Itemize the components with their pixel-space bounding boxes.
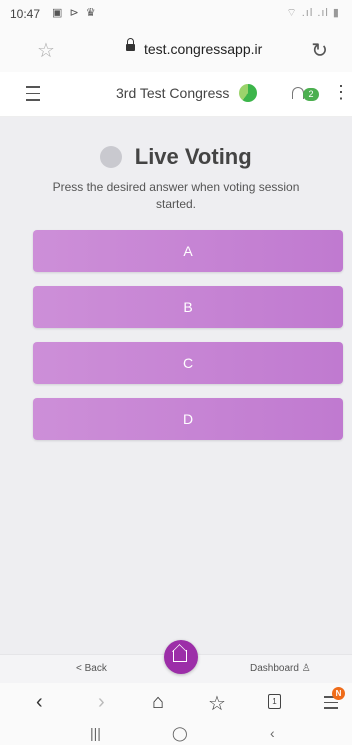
app-header: 3rd Test Congress 2 ⋮ <box>0 72 352 117</box>
reload-icon[interactable]: ↻ <box>311 38 328 63</box>
page-title: Live Voting <box>134 144 252 169</box>
system-nav-bar: ||| ◯ ‹ <box>0 723 352 745</box>
browser-home-icon[interactable]: ⌂ <box>152 691 164 714</box>
url-text[interactable]: test.congressapp.ir <box>144 41 262 57</box>
tabs-icon[interactable]: 1 <box>268 694 281 709</box>
status-bar: 10:47 ▣ ⊳ ♛ ⌔ .ıl .ıl ▮ <box>0 0 352 28</box>
dashboard-button[interactable]: Dashboard ♙ <box>250 663 311 674</box>
recent-apps-icon[interactable]: ||| <box>90 725 101 741</box>
home-icon <box>173 650 187 662</box>
lock-icon <box>126 38 135 51</box>
browser-url-bar: ☆ test.congressapp.ir ↻ <box>0 28 352 72</box>
bookmarks-icon[interactable]: ☆ <box>208 691 226 716</box>
hamburger-icon[interactable] <box>26 86 40 102</box>
menu-badge: N <box>332 687 345 700</box>
home-button[interactable] <box>164 640 198 674</box>
app-title: 3rd Test Congress <box>116 85 230 101</box>
answer-button-c[interactable]: C <box>33 342 343 384</box>
voting-instructions: Press the desired answer when voting ses… <box>52 180 300 211</box>
voting-header: Live Voting <box>0 144 352 170</box>
congress-logo-icon <box>239 84 257 102</box>
live-status-dot <box>100 146 123 168</box>
answer-button-a[interactable]: A <box>33 230 343 272</box>
kebab-menu-icon[interactable]: ⋮ <box>332 82 350 103</box>
status-time: 10:47 <box>10 7 41 21</box>
browser-nav-bar: ‹ › ⌂ ☆ 1 N <box>0 683 352 723</box>
star-icon[interactable]: ☆ <box>37 38 55 63</box>
system-home-icon[interactable]: ◯ <box>172 725 188 742</box>
back-button[interactable]: < Back <box>76 663 107 674</box>
signal-battery-icons: ⌔ .ıl .ıl ▮ <box>286 7 340 19</box>
notification-icons: ▣ ⊳ ♛ <box>52 7 98 19</box>
system-back-icon[interactable]: ‹ <box>270 725 275 741</box>
notification-badge[interactable]: 2 <box>303 88 319 101</box>
answer-options: A B C D <box>33 230 343 454</box>
back-arrow-icon[interactable]: ‹ <box>36 691 43 714</box>
voting-content: Live Voting Press the desired answer whe… <box>0 117 352 654</box>
forward-arrow-icon[interactable]: › <box>98 691 105 714</box>
answer-button-d[interactable]: D <box>33 398 343 440</box>
answer-button-b[interactable]: B <box>33 286 343 328</box>
